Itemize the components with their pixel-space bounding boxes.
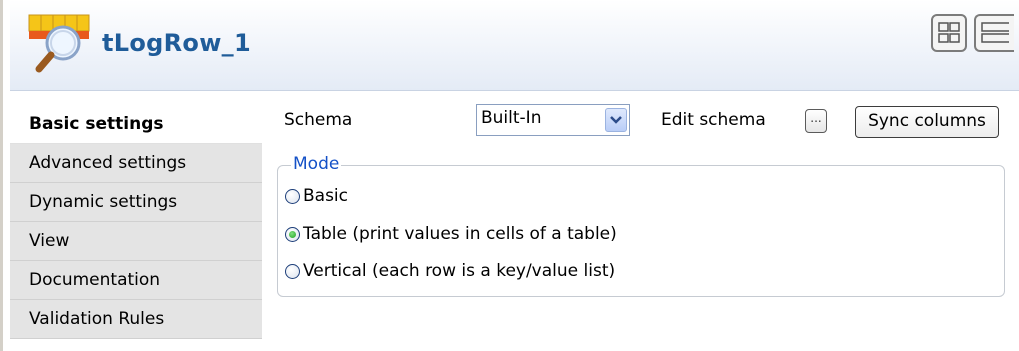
mode-option-basic[interactable]: Basic	[285, 184, 348, 208]
tab-validation-rules[interactable]: Validation Rules	[10, 300, 262, 339]
settings-sidebar: Basic settings Advanced settings Dynamic…	[10, 92, 262, 339]
radio-label: Vertical (each row is a key/value list)	[303, 261, 616, 281]
radio-button[interactable]	[285, 263, 300, 279]
tab-advanced-settings[interactable]: Advanced settings	[10, 144, 262, 183]
layout-list-icon[interactable]	[974, 14, 1014, 52]
tab-dynamic-settings[interactable]: Dynamic settings	[10, 183, 262, 222]
mode-option-vertical[interactable]: Vertical (each row is a key/value list)	[285, 259, 615, 283]
mode-legend: Mode	[291, 154, 342, 174]
layout-grid-icon[interactable]	[931, 14, 967, 52]
left-divider	[0, 0, 3, 351]
radio-label: Table (print values in cells of a table)	[303, 224, 617, 244]
mode-group: Mode Basic Table (print values in cells …	[277, 154, 1005, 297]
component-title: tLogRow_1	[102, 29, 251, 57]
mode-option-table[interactable]: Table (print values in cells of a table)	[285, 222, 617, 246]
sidebar-spacer	[10, 92, 262, 102]
edit-schema-label: Edit schema	[661, 110, 766, 130]
radio-button-selected[interactable]	[285, 226, 300, 242]
sync-columns-button[interactable]: Sync columns	[855, 106, 999, 138]
tab-view[interactable]: View	[10, 222, 262, 261]
tlogrow-magnifier-icon	[27, 13, 95, 75]
radio-label: Basic	[303, 186, 349, 206]
edit-schema-button[interactable]: ...	[805, 109, 827, 133]
component-header: tLogRow_1	[10, 0, 1019, 91]
chevron-down-icon[interactable]	[605, 108, 627, 132]
tab-basic-settings[interactable]: Basic settings	[10, 102, 262, 144]
radio-button[interactable]	[285, 188, 300, 204]
tab-documentation[interactable]: Documentation	[10, 261, 262, 300]
basic-settings-panel: Schema Built-In Edit schema ... Sync col…	[263, 92, 1019, 351]
schema-select-value: Built-In	[481, 108, 542, 128]
schema-select[interactable]: Built-In	[476, 104, 630, 136]
schema-label: Schema	[284, 110, 353, 130]
